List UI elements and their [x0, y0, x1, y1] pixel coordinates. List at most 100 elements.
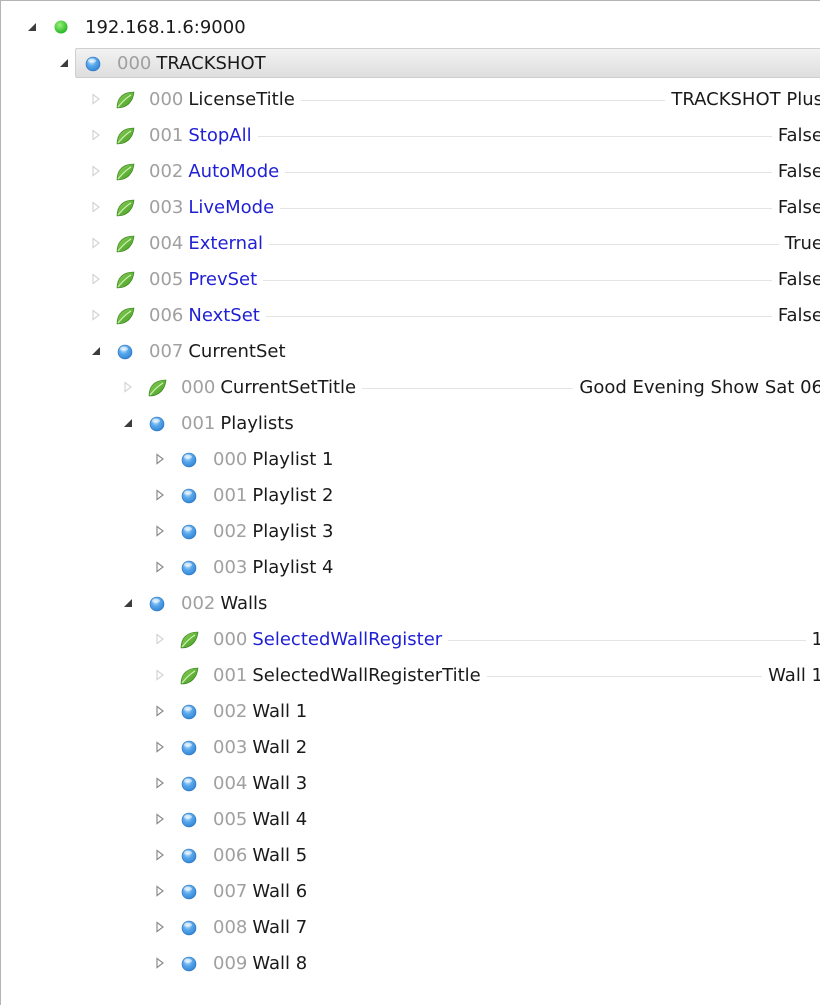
- expanded-arrow-icon[interactable]: [89, 344, 103, 358]
- node-label: 001 Playlists: [181, 413, 300, 435]
- parameter-value[interactable]: False: [771, 269, 820, 291]
- collapsed-arrow-icon[interactable]: [153, 452, 167, 466]
- node-name: Playlist 4: [252, 557, 334, 578]
- tree-row[interactable]: Good Evening Show Sat 06 000 CurrentSetTit…: [1, 371, 820, 407]
- leaf-arrow-icon: [89, 308, 103, 322]
- tree-row[interactable]: 008 Wall 7: [1, 911, 820, 947]
- parameter-leaf-icon: [115, 126, 135, 146]
- parameter-value[interactable]: False: [771, 197, 820, 219]
- node-blue-sphere-icon: [179, 558, 199, 578]
- node-blue-sphere-icon: [179, 522, 199, 542]
- parameter-leaf-icon: [179, 630, 199, 650]
- tree-row[interactable]: 002 Playlist 3: [1, 515, 820, 551]
- parameter-value[interactable]: False: [771, 125, 820, 147]
- parameter-value[interactable]: False: [771, 305, 820, 327]
- tree-row[interactable]: False 005 PrevSet: [1, 263, 820, 299]
- collapsed-arrow-icon[interactable]: [153, 704, 167, 718]
- node-index: 007: [213, 881, 248, 902]
- expanded-arrow-icon[interactable]: [121, 596, 135, 610]
- tree-row[interactable]: 001 Playlist 2: [1, 479, 820, 515]
- collapsed-arrow-icon[interactable]: [153, 488, 167, 502]
- node-label: 002 AutoMode: [149, 161, 286, 183]
- node-label: 000 TRACKSHOT: [117, 53, 272, 75]
- parameter-value[interactable]: False: [771, 161, 820, 183]
- tree-row[interactable]: 009 Wall 8: [1, 947, 820, 983]
- expanded-arrow-icon[interactable]: [121, 416, 135, 430]
- node-label: 000 CurrentSetTitle: [181, 377, 363, 399]
- leaf-arrow-icon: [89, 164, 103, 178]
- node-label: 002 Wall 1: [213, 701, 314, 723]
- tree-row[interactable]: False 001 StopAll: [1, 119, 820, 155]
- collapsed-arrow-icon[interactable]: [153, 920, 167, 934]
- tree-row[interactable]: 1 000SelectedWallRegister: [1, 623, 820, 659]
- node-index: 007: [149, 341, 184, 362]
- parameter-value[interactable]: 1: [805, 629, 820, 651]
- value-leader-line: [159, 136, 820, 137]
- collapsed-arrow-icon[interactable]: [153, 812, 167, 826]
- node-name: Wall 8: [252, 953, 308, 974]
- tree-row[interactable]: True 004 External: [1, 227, 820, 263]
- node-label: 009 Wall 8: [213, 953, 314, 975]
- tree-row[interactable]: 007 Wall 6: [1, 875, 820, 911]
- node-blue-sphere-icon: [179, 954, 199, 974]
- parameter-leaf-icon: [115, 234, 135, 254]
- node-index: 002: [181, 593, 216, 614]
- tree-row[interactable]: 004 Wall 3: [1, 767, 820, 803]
- tree-row[interactable]: 002 Wall 1: [1, 695, 820, 731]
- parameter-leaf-icon: [115, 198, 135, 218]
- tree-row[interactable]: TRACKSHOT Plus 000 LicenseTitle: [1, 83, 820, 119]
- node-index: 002: [213, 701, 248, 722]
- tree-row[interactable]: 001 Playlists: [1, 407, 820, 443]
- node-label: 001 SelectedWallRegisterTitle: [213, 665, 487, 687]
- collapsed-arrow-icon[interactable]: [153, 884, 167, 898]
- expanded-arrow-icon[interactable]: [57, 56, 71, 70]
- node-label: 005 PrevSet: [149, 269, 264, 291]
- collapsed-arrow-icon[interactable]: [153, 848, 167, 862]
- parameter-value[interactable]: Wall 1: [762, 665, 820, 687]
- parameter-value[interactable]: True: [778, 233, 820, 255]
- parameter-value[interactable]: Good Evening Show Sat 06: [573, 377, 820, 399]
- node-name: Playlist 3: [252, 521, 334, 542]
- node-label: 004 External: [149, 233, 270, 255]
- node-label: 003 Wall 2: [213, 737, 314, 759]
- tree-row[interactable]: 006 Wall 5: [1, 839, 820, 875]
- tree-row[interactable]: False 003 LiveMode: [1, 191, 820, 227]
- node-name: LicenseTitle: [188, 89, 295, 110]
- node-label: 000 SelectedWallRegister: [213, 629, 449, 651]
- node-label: 006 NextSet: [149, 305, 266, 327]
- node-index: 005: [149, 269, 184, 290]
- tree-row[interactable]: 003 Wall 2: [1, 731, 820, 767]
- expanded-arrow-icon[interactable]: [25, 20, 39, 34]
- collapsed-arrow-icon[interactable]: [153, 956, 167, 970]
- tree-row[interactable]: 007 CurrentSet: [1, 335, 820, 371]
- node-label: 000 LicenseTitle: [149, 89, 301, 111]
- tree-row[interactable]: 000 TRACKSHOT: [1, 47, 820, 83]
- parameter-leaf-icon: [179, 666, 199, 686]
- node-label: 000 Playlist 1: [213, 449, 340, 471]
- tree-row[interactable]: 000 Playlist 1: [1, 443, 820, 479]
- leaf-arrow-icon: [153, 668, 167, 682]
- collapsed-arrow-icon[interactable]: [153, 740, 167, 754]
- tree-row[interactable]: False 002 AutoMode: [1, 155, 820, 191]
- node-blue-sphere-icon: [83, 54, 103, 74]
- tree-row[interactable]: Wall 1 001 SelectedWallRegisterTitle: [1, 659, 820, 695]
- tree-row[interactable]: 002 Walls: [1, 587, 820, 623]
- tree-row[interactable]: 005 Wall 4: [1, 803, 820, 839]
- parameter-value[interactable]: TRACKSHOT Plus: [665, 89, 820, 111]
- tree-row[interactable]: 003 Playlist 4: [1, 551, 820, 587]
- collapsed-arrow-icon[interactable]: [153, 560, 167, 574]
- node-index: 004: [213, 773, 248, 794]
- tree-root-row[interactable]: 192.168.1.6:9000: [1, 11, 820, 47]
- node-name: External: [188, 233, 264, 254]
- node-label: 008 Wall 7: [213, 917, 314, 939]
- leaf-arrow-icon: [89, 272, 103, 286]
- device-tree: 192.168.1.6:9000 000 TRACKSHOT TRACKSHOT Pl…: [1, 11, 820, 983]
- tree-row[interactable]: False 006 NextSet: [1, 299, 820, 335]
- node-index: 001: [149, 125, 184, 146]
- node-name: CurrentSet: [188, 341, 286, 362]
- collapsed-arrow-icon[interactable]: [153, 776, 167, 790]
- collapsed-arrow-icon[interactable]: [153, 524, 167, 538]
- node-name: Wall 3: [252, 773, 308, 794]
- node-label: 007 CurrentSet: [149, 341, 292, 363]
- node-blue-sphere-icon: [147, 594, 167, 614]
